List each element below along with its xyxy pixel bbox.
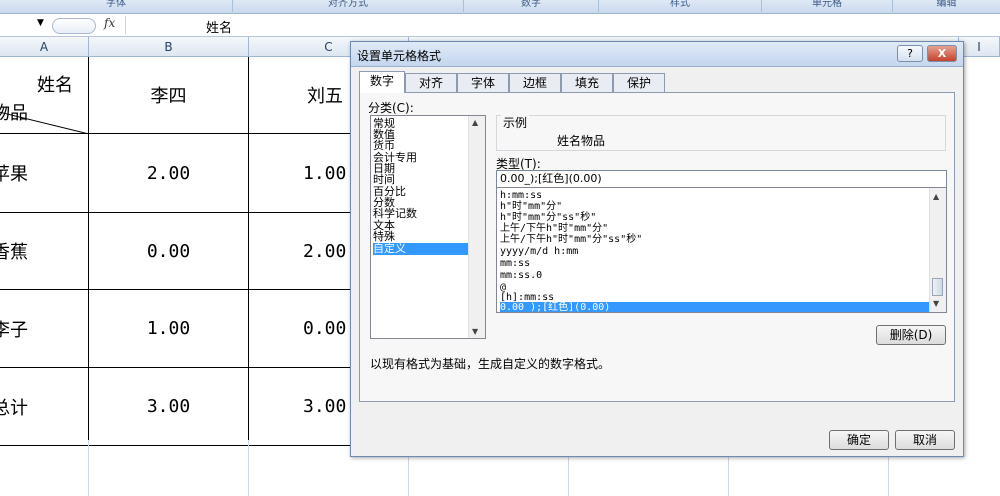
value-cell[interactable]: 3.00: [89, 368, 249, 446]
tab-protection[interactable]: 保护: [613, 73, 665, 92]
category-list[interactable]: 常规 数值 货币 会计专用 日期 时间 百分比 分数 科学记数 文本 特殊 自定…: [370, 115, 486, 339]
ribbon-group-cells[interactable]: 单元格: [762, 0, 893, 12]
gridline: [88, 440, 89, 496]
chevron-down-icon[interactable]: ▼: [37, 18, 44, 28]
scroll-down-icon[interactable]: ▼: [933, 299, 939, 308]
item-cell[interactable]: 苹果: [0, 134, 89, 213]
tab-alignment[interactable]: 对齐: [405, 73, 457, 92]
column-header-a[interactable]: A: [0, 37, 89, 57]
header-bottom-label: 物品: [0, 103, 28, 124]
item-label: 总计: [0, 397, 28, 419]
list-item-selected[interactable]: 0.00_);[红色](0.00): [500, 302, 935, 312]
ribbon-group-label: 样式: [670, 0, 690, 9]
item-label: 香蕉: [0, 242, 28, 263]
delete-button[interactable]: 删除(D): [876, 325, 946, 345]
item-cell[interactable]: 李子: [0, 290, 89, 368]
divider: [125, 16, 126, 34]
scroll-thumb[interactable]: [932, 278, 943, 296]
list-item-selected[interactable]: 自定义: [373, 243, 468, 255]
dialog-title-bar[interactable]: 设置单元格格式 ? X: [351, 42, 963, 67]
sample-group: 示例 姓名物品: [496, 114, 946, 151]
format-scrollbar[interactable]: ▲ ▼: [929, 188, 946, 312]
name-cell[interactable]: 李四: [89, 57, 249, 134]
scroll-down-icon[interactable]: ▼: [472, 327, 478, 336]
formula-input[interactable]: 姓名: [206, 17, 232, 36]
formula-bar-expander[interactable]: [52, 18, 96, 34]
formula-bar: ▼ fx 姓名: [0, 14, 1000, 37]
list-item[interactable]: h:mm:ss: [500, 190, 542, 201]
list-item[interactable]: 上午/下午h"时"mm"分"ss"秒": [500, 234, 642, 245]
scroll-up-icon[interactable]: ▲: [933, 192, 939, 201]
ribbon-group-alignment[interactable]: 对齐方式: [233, 0, 464, 12]
tab-border[interactable]: 边框: [509, 73, 561, 92]
ribbon-group-bar: 字体 对齐方式 数字 样式 单元格 编辑: [0, 0, 1000, 14]
item-cell[interactable]: 总计: [0, 368, 89, 446]
column-header-i[interactable]: I: [959, 37, 1000, 57]
list-item[interactable]: yyyy/m/d h:mm: [500, 246, 578, 257]
tab-panel-number: 分类(C): 常规 数值 货币 会计专用 日期 时间 百分比 分数 科学记数 文…: [359, 92, 955, 402]
ribbon-group-font[interactable]: 字体: [0, 0, 233, 12]
sample-value: 姓名物品: [557, 134, 606, 148]
item-label: 李子: [0, 319, 28, 341]
ribbon-group-editing[interactable]: 编辑: [893, 0, 1000, 12]
tab-font[interactable]: 字体: [457, 73, 509, 92]
tab-fill[interactable]: 填充: [561, 73, 613, 92]
ribbon-group-label: 编辑: [936, 0, 957, 9]
format-description: 以现有格式为基础，生成自定义的数字格式。: [370, 357, 611, 371]
dialog-title: 设置单元格格式: [357, 49, 442, 63]
ok-button[interactable]: 确定: [829, 430, 889, 450]
ribbon-group-label: 单元格: [812, 0, 842, 9]
ribbon-group-label: 数字: [521, 0, 541, 9]
help-button[interactable]: ?: [897, 45, 923, 62]
header-top-label: 姓名: [37, 75, 73, 96]
format-list[interactable]: h:mm:ss h"时"mm"分" h"时"mm"分"ss"秒" 上午/下午h"…: [496, 187, 947, 313]
item-label: 苹果: [0, 164, 28, 185]
ribbon-group-number[interactable]: 数字: [464, 0, 599, 12]
ribbon-group-label: 字体: [106, 0, 126, 9]
cancel-button[interactable]: 取消: [895, 430, 955, 450]
list-item[interactable]: 上午/下午h"时"mm"分": [500, 223, 608, 234]
close-button[interactable]: X: [927, 45, 957, 62]
list-item[interactable]: mm:ss: [500, 258, 530, 269]
list-item[interactable]: h"时"mm"分": [500, 201, 562, 212]
column-header-b[interactable]: B: [89, 37, 249, 57]
item-cell[interactable]: 香蕉: [0, 213, 89, 290]
sample-label: 示例: [501, 114, 530, 131]
scroll-up-icon[interactable]: ▲: [472, 118, 478, 127]
list-item[interactable]: h"时"mm"分"ss"秒": [500, 212, 596, 223]
value-cell[interactable]: 2.00: [89, 134, 249, 213]
ribbon-group-styles[interactable]: 样式: [599, 0, 762, 12]
gridline: [248, 440, 249, 496]
category-label: 分类(C):: [368, 101, 414, 115]
category-scrollbar[interactable]: ▲ ▼: [468, 116, 485, 338]
tab-number[interactable]: 数字: [359, 71, 405, 93]
ribbon-group-label: 对齐方式: [328, 0, 368, 9]
value-cell[interactable]: 0.00: [89, 213, 249, 290]
type-input[interactable]: 0.00_);[红色](0.00): [496, 170, 947, 188]
list-item[interactable]: mm:ss.0: [500, 270, 542, 281]
diagonal-header-cell[interactable]: 姓名 物品: [0, 57, 89, 134]
value-cell[interactable]: 1.00: [89, 290, 249, 368]
insert-function-icon[interactable]: fx: [104, 16, 115, 30]
format-cells-dialog: 设置单元格格式 ? X 数字 对齐 字体 边框 填充 保护 分类(C): 常规 …: [350, 41, 964, 457]
